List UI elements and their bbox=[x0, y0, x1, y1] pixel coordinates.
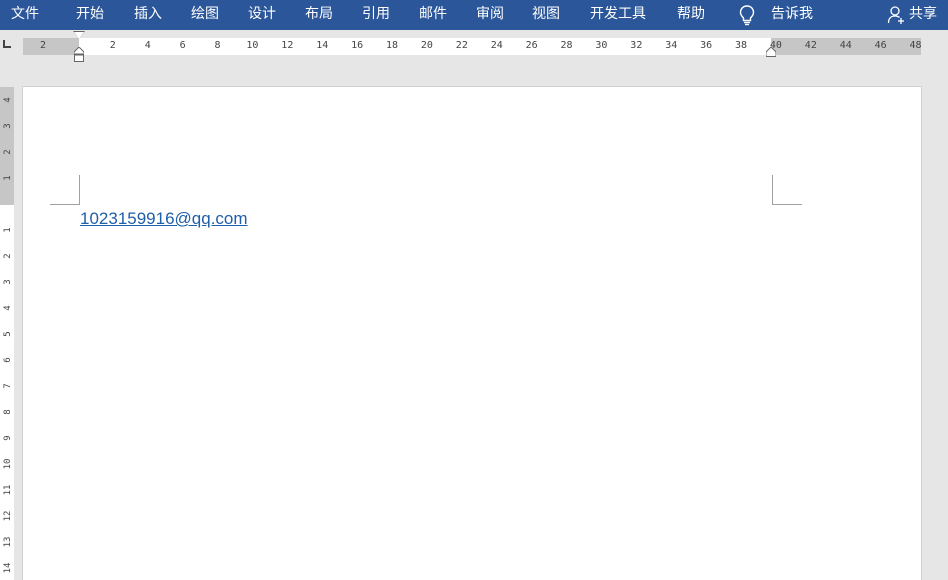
hruler-number: 8 bbox=[214, 40, 221, 51]
tab-mailings[interactable]: 邮件 bbox=[419, 3, 447, 23]
share-button[interactable]: 共享 bbox=[909, 3, 937, 23]
ruler-ticks: 2 2 4 6 8 10 12 14 16 18 20 22 24 26 28 30 32 34 36 38 40 42 4… bbox=[23, 38, 922, 55]
vruler-number: 12 bbox=[3, 510, 13, 522]
hruler-number: 36 bbox=[700, 40, 713, 51]
vruler-number: 10 bbox=[3, 458, 13, 470]
vruler-number: 5 bbox=[3, 331, 13, 337]
email-hyperlink[interactable]: 1023159916@qq.com bbox=[80, 209, 248, 229]
share-user-icon[interactable] bbox=[887, 5, 905, 25]
vruler-number: 9 bbox=[3, 435, 13, 441]
tab-help[interactable]: 帮助 bbox=[677, 3, 705, 23]
tab-file[interactable]: 文件 bbox=[11, 3, 39, 23]
hruler-number: 26 bbox=[525, 40, 538, 51]
hruler-number: 24 bbox=[490, 40, 503, 51]
tab-home[interactable]: 开始 bbox=[76, 3, 104, 23]
tab-developer[interactable]: 开发工具 bbox=[590, 3, 646, 23]
hruler-number: 48 bbox=[909, 40, 922, 51]
vruler-number: 11 bbox=[3, 484, 13, 496]
tab-design[interactable]: 设计 bbox=[248, 3, 276, 23]
tab-selector-icon[interactable] bbox=[3, 40, 11, 48]
document-page[interactable]: 1023159916@qq.com bbox=[23, 87, 921, 580]
hruler-number: 6 bbox=[179, 40, 186, 51]
vertical-ruler[interactable]: 4 3 2 1 1 2 3 4 5 6 7 8 9 10 11 12 13 14 bbox=[0, 87, 14, 580]
first-line-indent-marker[interactable] bbox=[74, 32, 84, 39]
hruler-number: 2 bbox=[40, 40, 47, 51]
vruler-number: 8 bbox=[3, 409, 13, 415]
hruler-number: 44 bbox=[839, 40, 852, 51]
hruler-number: 10 bbox=[246, 40, 259, 51]
tab-insert[interactable]: 插入 bbox=[134, 3, 162, 23]
vruler-number: 14 bbox=[3, 562, 13, 574]
hruler-number: 28 bbox=[560, 40, 573, 51]
vruler-number: 6 bbox=[3, 357, 13, 363]
hruler-number: 16 bbox=[351, 40, 364, 51]
hruler-number: 2 bbox=[109, 40, 116, 51]
hruler-number: 46 bbox=[874, 40, 887, 51]
vruler-number: 13 bbox=[3, 536, 13, 548]
hruler-number: 18 bbox=[386, 40, 399, 51]
vruler-number: 7 bbox=[3, 383, 13, 389]
horizontal-ruler[interactable]: 2 2 4 6 8 10 12 14 16 18 20 22 24 26 28 30 32 34 36 38 40 42 4… bbox=[23, 38, 922, 55]
crop-mark-right bbox=[772, 175, 802, 205]
right-indent-marker[interactable] bbox=[766, 47, 776, 57]
tab-references[interactable]: 引用 bbox=[362, 3, 390, 23]
hruler-number: 14 bbox=[316, 40, 329, 51]
lightbulb-icon[interactable] bbox=[738, 4, 756, 26]
hruler-number: 20 bbox=[420, 40, 433, 51]
ribbon-tab-bar: 文件 开始 插入 绘图 设计 布局 引用 邮件 审阅 视图 开发工具 帮助 告诉… bbox=[0, 0, 948, 30]
vruler-number: 3 bbox=[3, 123, 13, 129]
crop-mark-left bbox=[50, 175, 80, 205]
hruler-number: 38 bbox=[735, 40, 748, 51]
vruler-number: 1 bbox=[3, 227, 13, 233]
vruler-number: 2 bbox=[3, 253, 13, 259]
vruler-number: 1 bbox=[3, 175, 13, 181]
hruler-number: 30 bbox=[595, 40, 608, 51]
vruler-number: 3 bbox=[3, 279, 13, 285]
hruler-number: 22 bbox=[455, 40, 468, 51]
vruler-number: 4 bbox=[3, 305, 13, 311]
vruler-number: 2 bbox=[3, 149, 13, 155]
tell-me-search[interactable]: 告诉我 bbox=[771, 3, 813, 23]
hanging-indent-marker[interactable] bbox=[74, 47, 84, 62]
hruler-number: 42 bbox=[804, 40, 817, 51]
tab-draw[interactable]: 绘图 bbox=[191, 3, 219, 23]
tab-layout[interactable]: 布局 bbox=[305, 3, 333, 23]
hruler-number: 32 bbox=[630, 40, 643, 51]
vruler-number: 4 bbox=[3, 97, 13, 103]
hruler-number: 12 bbox=[281, 40, 294, 51]
tab-view[interactable]: 视图 bbox=[532, 3, 560, 23]
hruler-number: 4 bbox=[144, 40, 151, 51]
hruler-number: 34 bbox=[665, 40, 678, 51]
tab-review[interactable]: 审阅 bbox=[476, 3, 504, 23]
